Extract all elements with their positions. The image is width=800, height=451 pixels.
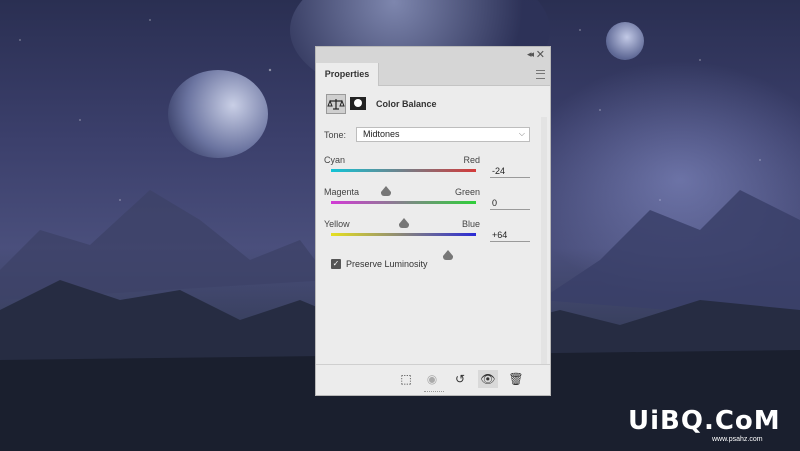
slider-left-label: Cyan xyxy=(324,155,346,165)
tab-properties[interactable]: Properties xyxy=(316,63,379,86)
visibility-eye-icon[interactable]: 👁 xyxy=(478,370,498,388)
cyan-red-value-field[interactable]: -24 xyxy=(490,164,530,178)
properties-panel: ◂◂ ✕ Properties Color Balance Tone: Midt… xyxy=(315,46,551,396)
magenta-green-slider-row: Magenta Green 0 xyxy=(324,187,534,228)
slider-right-label: Blue xyxy=(461,219,480,229)
panel-tabbar: Properties xyxy=(316,63,550,86)
preserve-luminosity-label: Preserve Luminosity xyxy=(346,259,428,269)
watermark-logo: UiBQ.CoM xyxy=(628,406,781,436)
color-balance-icon[interactable] xyxy=(326,94,346,114)
chevron-down-icon: ⌵ xyxy=(518,129,525,138)
layer-mask-icon[interactable] xyxy=(350,97,366,110)
yellow-blue-slider-row: Yellow Blue +64 xyxy=(324,219,534,260)
watermark-url: www.psahz.com xyxy=(712,436,763,443)
slider-left-label: Yellow xyxy=(324,219,350,229)
tone-label: Tone: xyxy=(324,130,347,140)
cyan-red-slider-row: Cyan Red -24 xyxy=(324,155,534,196)
slider-thumb[interactable] xyxy=(443,250,454,260)
view-previous-state-icon[interactable]: ◉ xyxy=(422,370,442,388)
panel-topbar: ◂◂ ✕ xyxy=(316,47,550,63)
moon-left xyxy=(168,70,268,158)
magenta-green-track[interactable] xyxy=(331,201,476,228)
yellow-blue-value-field[interactable]: +64 xyxy=(490,228,530,242)
panel-menu-icon[interactable] xyxy=(536,70,545,79)
preserve-luminosity-checkbox[interactable]: ✓ xyxy=(331,259,341,269)
slider-right-label: Green xyxy=(454,187,480,197)
adjustment-title: Color Balance xyxy=(376,99,437,109)
adjustment-header: Color Balance xyxy=(326,94,536,116)
collapse-panel-icon[interactable]: ◂◂ xyxy=(527,49,534,60)
slider-right-label: Red xyxy=(463,155,480,165)
clip-to-layer-icon[interactable]: ⬚ xyxy=(396,370,416,388)
trash-icon[interactable]: 🗑 xyxy=(506,370,526,388)
close-panel-icon[interactable]: ✕ xyxy=(536,48,545,61)
yellow-blue-track[interactable] xyxy=(331,233,476,260)
tone-value: Midtones xyxy=(363,129,400,139)
reset-icon[interactable]: ↺ xyxy=(450,370,470,388)
slider-left-label: Magenta xyxy=(324,187,360,197)
moon-right xyxy=(606,22,644,60)
tone-row: Tone: Midtones ⌵ xyxy=(324,127,534,143)
cyan-red-track[interactable] xyxy=(331,169,476,196)
panel-footer: ⬚ ◉ ↺ 👁 🗑 xyxy=(316,364,550,395)
resize-grip[interactable] xyxy=(424,391,444,394)
panel-scrollbar[interactable] xyxy=(541,117,547,367)
tone-select[interactable]: Midtones ⌵ xyxy=(356,127,530,142)
magenta-green-value-field[interactable]: 0 xyxy=(490,196,530,210)
